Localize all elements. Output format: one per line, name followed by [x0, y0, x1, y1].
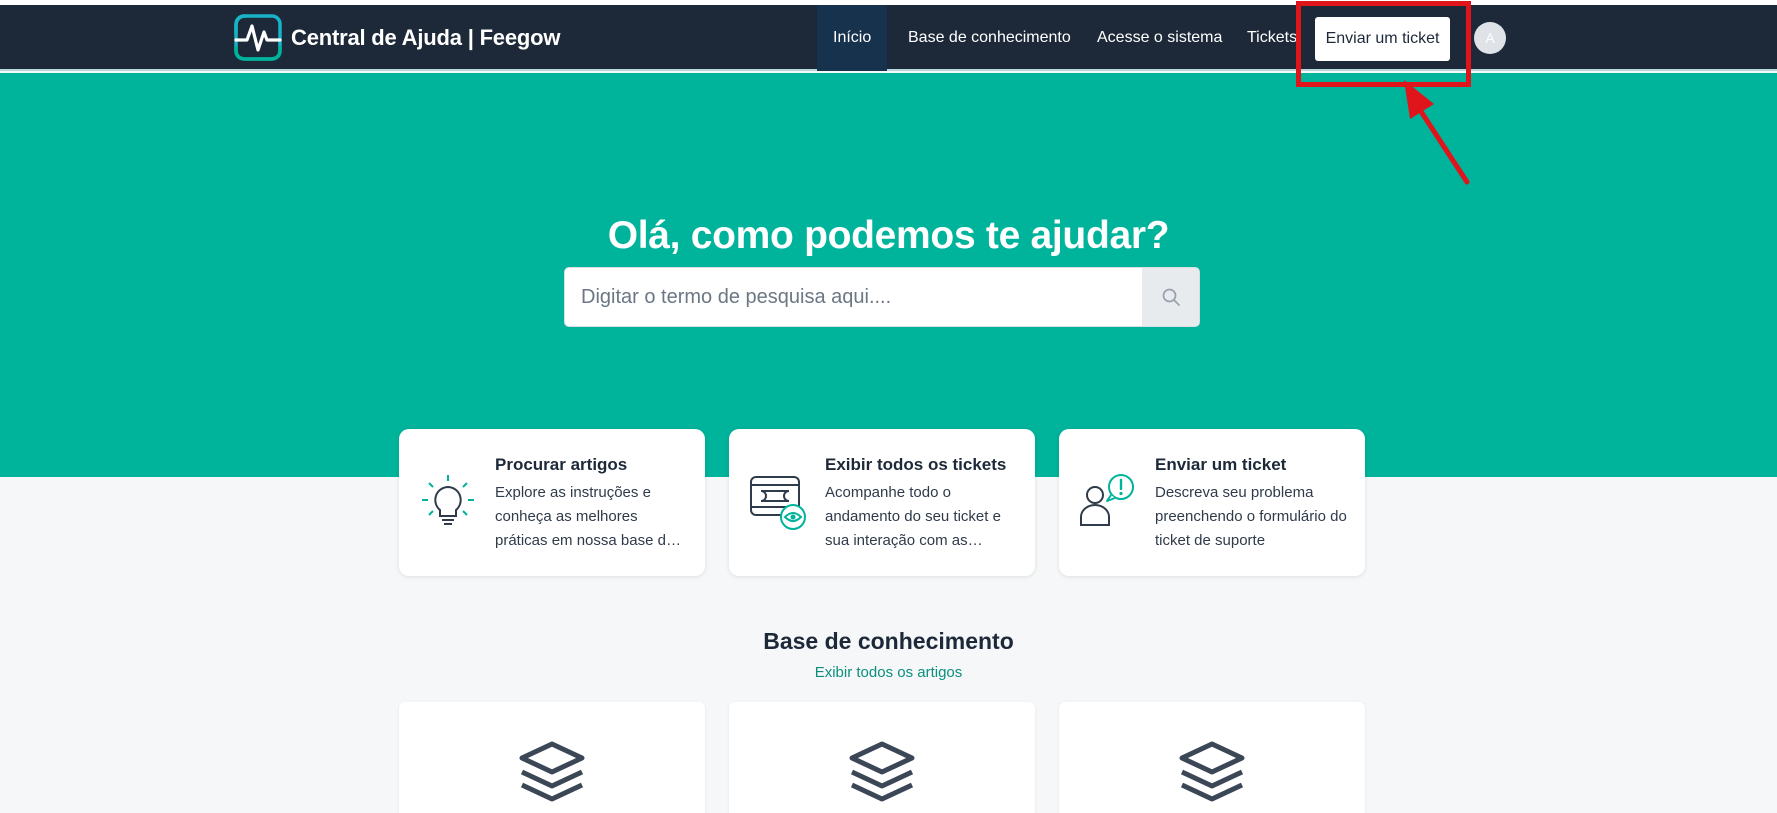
kb-category-card[interactable]	[1059, 702, 1365, 813]
card-title: Procurar artigos	[495, 455, 628, 474]
knowledge-base-title: Base de conhecimento	[763, 628, 1014, 654]
hero-section: Olá, como podemos te ajudar?	[0, 73, 1777, 477]
annotation-highlight-box	[1296, 1, 1471, 87]
lightbulb-icon	[422, 475, 474, 525]
nav-item-base-conhecimento[interactable]: Base de conhecimento	[908, 5, 1071, 71]
tickets-eye-icon	[750, 476, 806, 530]
card-description: Descreva seu problema preenchendo o form…	[1155, 484, 1347, 549]
search-box	[564, 267, 1200, 327]
site-header: Central de Ajuda | Feegow Início Base de…	[0, 5, 1777, 71]
card-browse-articles[interactable]: Procurar artigos Explore as instruções e…	[399, 429, 705, 576]
layers-icon	[849, 741, 915, 802]
brand-title: Central de Ajuda | Feegow	[291, 24, 561, 50]
hero-title: Olá, como podemos te ajudar?	[607, 214, 1170, 257]
pulse-logo-icon	[234, 14, 282, 61]
layers-icon	[519, 741, 585, 802]
nav-item-tickets[interactable]: Tickets	[1247, 5, 1297, 71]
kb-category-card[interactable]	[729, 702, 1035, 813]
kb-category-card[interactable]	[399, 702, 705, 813]
card-description: Acompanhe todo o andamento do seu ticket…	[825, 484, 1001, 549]
search-icon	[1162, 288, 1180, 306]
user-alert-icon	[1080, 474, 1134, 526]
card-submit-ticket[interactable]: Enviar um ticket Descreva seu problema p…	[1059, 429, 1365, 576]
layers-icon	[1179, 741, 1245, 802]
search-button[interactable]	[1142, 268, 1199, 326]
view-all-articles-link[interactable]: Exibir todos os artigos	[0, 664, 1777, 681]
search-input[interactable]	[565, 268, 1143, 326]
card-title: Enviar um ticket	[1155, 455, 1287, 474]
nav-item-inicio[interactable]: Início	[817, 5, 888, 71]
card-view-tickets[interactable]: Exibir todos os tickets Acompanhe todo o…	[729, 429, 1035, 576]
nav-item-acesse-sistema[interactable]: Acesse o sistema	[1097, 5, 1222, 71]
avatar[interactable]: A	[1474, 22, 1506, 54]
brand[interactable]: Central de Ajuda | Feegow	[234, 14, 560, 61]
card-description: Explore as instruções e conheça as melho…	[495, 484, 675, 549]
card-title: Exibir todos os tickets	[825, 455, 1007, 474]
